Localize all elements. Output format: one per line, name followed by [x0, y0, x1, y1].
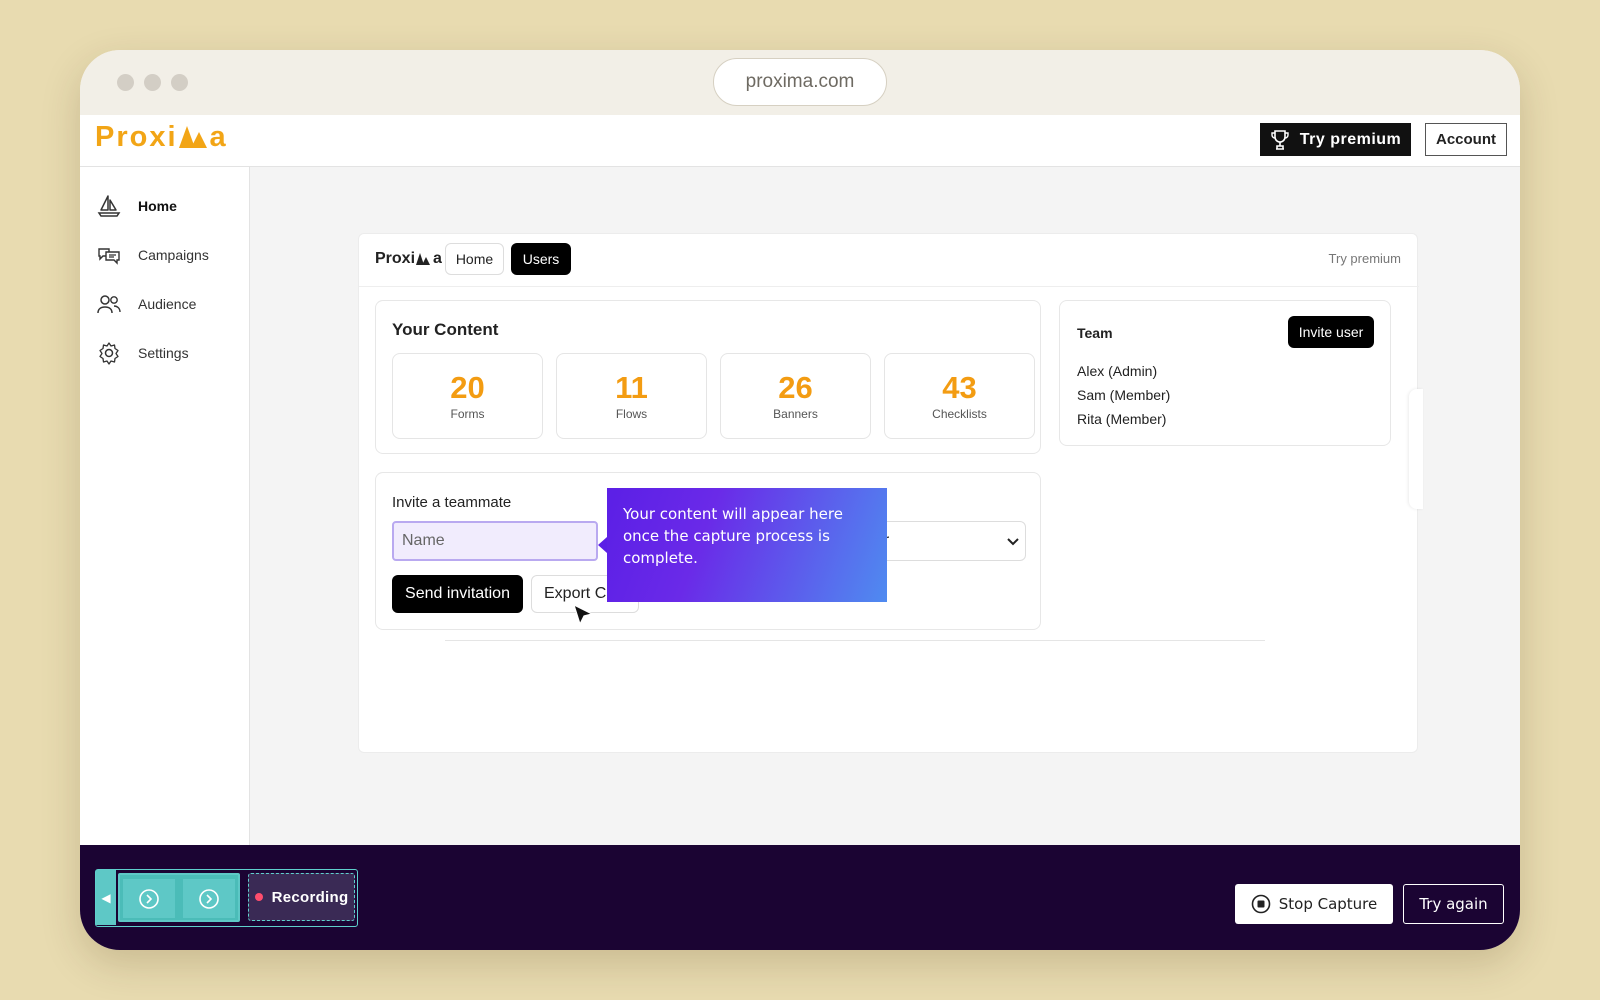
- tab-users[interactable]: Users: [511, 243, 571, 275]
- chevron-circle-icon: [139, 888, 159, 909]
- chevron-down-icon: [1007, 538, 1019, 546]
- recording-status-label: Recording: [271, 888, 349, 906]
- capture-tooltip: Your content will appear here once the c…: [598, 488, 887, 602]
- team-member: Alex (Admin): [1077, 363, 1158, 379]
- logo-text-end: a: [209, 121, 228, 153]
- window-maximize-dot[interactable]: [171, 74, 188, 91]
- try-again-button[interactable]: Try again: [1403, 884, 1504, 924]
- window-minimize-dot[interactable]: [144, 74, 161, 91]
- capture-bar: ◀ Recording Stop Capture Try again: [80, 845, 1520, 950]
- step-forward-button[interactable]: [123, 879, 175, 918]
- stat-card-flows[interactable]: 11 Flows: [556, 353, 707, 439]
- stop-capture-button[interactable]: Stop Capture: [1235, 884, 1393, 924]
- address-bar[interactable]: proxima.com: [713, 58, 887, 106]
- tooltip-text: Your content will appear here once the c…: [623, 505, 843, 567]
- stat-card-checklists[interactable]: 43 Checklists: [884, 353, 1035, 439]
- browser-window: proxima.com Proxi a Try premium Account: [80, 50, 1520, 950]
- account-button[interactable]: Account: [1425, 123, 1507, 156]
- side-tab-edge: [1409, 389, 1423, 509]
- window-close-dot[interactable]: [117, 74, 134, 91]
- inner-logo-text: Proxi: [375, 250, 416, 267]
- role-select[interactable]: er: [866, 521, 1026, 561]
- stop-capture-label: Stop Capture: [1278, 895, 1378, 913]
- mouse-cursor-icon: [572, 603, 594, 632]
- tab-home[interactable]: Home: [445, 243, 504, 275]
- invite-title: Invite a teammate: [392, 494, 512, 511]
- recording-widget: ◀ Recording: [95, 869, 358, 927]
- card-header-divider: [359, 286, 1419, 287]
- content-title: Your Content: [392, 320, 499, 339]
- stat-value: 20: [450, 369, 485, 405]
- stat-label: Flows: [615, 406, 648, 421]
- logo-mark-icon: [178, 126, 207, 148]
- stat-value: 43: [942, 369, 977, 405]
- content-panel: Your Content 20 Forms 11 Flows 26 Banner…: [375, 300, 1041, 454]
- sidebar-item-campaigns[interactable]: Campaigns: [96, 240, 209, 270]
- stat-label: Forms: [450, 406, 485, 421]
- sidebar: Home Campaigns Audience Settings: [80, 167, 250, 845]
- sidebar-item-settings[interactable]: Settings: [96, 338, 189, 368]
- stat-value: 26: [778, 369, 813, 405]
- sidebar-item-home[interactable]: Home: [96, 191, 177, 221]
- stat-card-banners[interactable]: 26 Banners: [720, 353, 871, 439]
- sidebar-item-label: Audience: [138, 296, 197, 312]
- logo-text: Proxi: [95, 121, 178, 153]
- trophy-icon: [1271, 129, 1289, 150]
- content-divider: [445, 640, 1265, 641]
- step-forward-button[interactable]: [183, 879, 235, 918]
- sailboat-icon: [96, 193, 122, 219]
- sidebar-item-audience[interactable]: Audience: [96, 289, 196, 319]
- app-viewport: Proxi a Try premium Account Home Campaig…: [80, 115, 1520, 845]
- stat-value: 11: [615, 369, 648, 405]
- team-member: Rita (Member): [1077, 411, 1167, 427]
- chat-bubbles-icon: [96, 242, 122, 268]
- sidebar-item-label: Settings: [138, 345, 189, 361]
- chevron-circle-icon: [199, 888, 219, 909]
- inner-logo[interactable]: Proxi a: [375, 250, 442, 268]
- try-premium-label: Try premium: [1299, 130, 1402, 148]
- collapse-arrow-icon[interactable]: ◀: [96, 870, 116, 925]
- stat-label: Banners: [773, 406, 818, 421]
- sidebar-item-label: Home: [138, 198, 177, 214]
- people-icon: [96, 291, 122, 317]
- tooltip-arrow: [598, 537, 607, 553]
- name-input[interactable]: Name: [392, 521, 598, 561]
- card-try-premium-link[interactable]: Try premium: [1329, 251, 1401, 266]
- app-header: Proxi a Try premium Account: [80, 115, 1520, 167]
- inner-logo-text-end: a: [433, 250, 442, 267]
- recording-status[interactable]: Recording: [248, 873, 355, 921]
- stat-label: Checklists: [932, 406, 987, 421]
- inner-logo-mark-icon: [416, 253, 431, 265]
- team-member: Sam (Member): [1077, 387, 1171, 403]
- gear-icon: [96, 340, 122, 366]
- send-invitation-button[interactable]: Send invitation: [392, 575, 523, 613]
- app-logo[interactable]: Proxi a: [95, 121, 228, 154]
- team-panel: Team Invite user Alex (Admin) Sam (Membe…: [1059, 300, 1391, 446]
- preview-card: Proxi a Home Users Try premium Your Cont…: [358, 233, 1423, 753]
- try-premium-button[interactable]: Try premium: [1260, 123, 1411, 156]
- invite-user-button[interactable]: Invite user: [1288, 316, 1374, 348]
- stop-circle-icon: [1251, 894, 1271, 914]
- sidebar-item-label: Campaigns: [138, 247, 209, 263]
- recording-dot-icon: [254, 893, 263, 901]
- stat-card-forms[interactable]: 20 Forms: [392, 353, 543, 439]
- playback-controls: [118, 873, 240, 922]
- browser-chrome: proxima.com: [80, 50, 1520, 115]
- team-title: Team: [1077, 325, 1113, 341]
